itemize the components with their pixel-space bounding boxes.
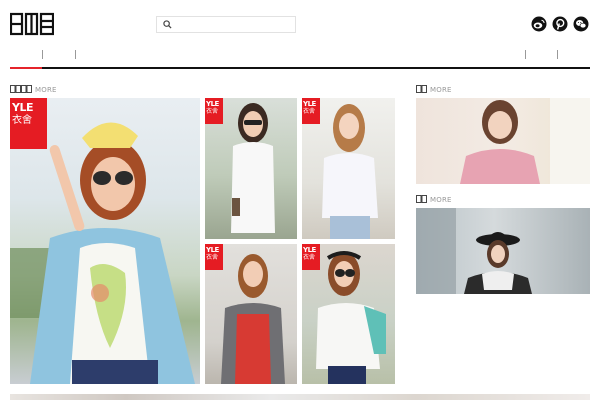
more-link-side-top[interactable]: MORE bbox=[430, 86, 452, 94]
more-link-side-bottom[interactable]: MORE bbox=[430, 196, 452, 204]
nav-divider bbox=[525, 50, 526, 59]
product-tile[interactable]: YLE 衣舍 bbox=[302, 98, 395, 239]
search-icon[interactable] bbox=[163, 20, 172, 29]
more-link-main[interactable]: MORE bbox=[35, 86, 57, 94]
side-product-tile[interactable] bbox=[416, 208, 590, 294]
model-photo bbox=[416, 208, 532, 294]
nav-divider bbox=[75, 50, 76, 59]
section-title-glyphs bbox=[416, 195, 427, 203]
next-row-preview bbox=[10, 394, 590, 400]
section-title-side-top: MORE bbox=[416, 85, 452, 95]
site-logo[interactable] bbox=[9, 11, 55, 43]
side-product-tile[interactable] bbox=[416, 98, 590, 184]
search-box[interactable] bbox=[156, 16, 296, 33]
brand-badge: YLE 衣舍 bbox=[205, 98, 223, 124]
brand-badge: YLE 衣舍 bbox=[302, 244, 320, 270]
brand-badge: YLE 衣舍 bbox=[302, 98, 320, 124]
product-tile-large[interactable]: YLE 衣舍 bbox=[10, 98, 200, 384]
nav-active-indicator bbox=[10, 67, 42, 69]
nav-underline bbox=[10, 67, 590, 69]
nav-item-3[interactable] bbox=[78, 48, 106, 60]
nav-item-2[interactable] bbox=[45, 48, 73, 60]
search-input[interactable] bbox=[175, 18, 293, 31]
product-tile[interactable]: YLE 衣舍 bbox=[302, 244, 395, 384]
brand-badge: YLE 衣舍 bbox=[10, 98, 47, 149]
section-title-glyphs bbox=[10, 85, 32, 93]
nav-divider bbox=[557, 50, 558, 59]
pinterest-icon[interactable] bbox=[552, 16, 568, 32]
product-tile[interactable]: YLE 衣舍 bbox=[205, 98, 297, 239]
model-photo bbox=[460, 98, 590, 184]
section-title-main: MORE bbox=[10, 85, 57, 95]
section-title-side-bottom: MORE bbox=[416, 195, 452, 205]
brand-badge: YLE 衣舍 bbox=[205, 244, 223, 270]
wechat-icon[interactable] bbox=[573, 16, 589, 32]
logo-glyphs bbox=[9, 12, 55, 36]
weibo-icon[interactable] bbox=[531, 16, 547, 32]
product-tile[interactable]: YLE 衣舍 bbox=[205, 244, 297, 384]
nav-item-1[interactable] bbox=[10, 48, 40, 60]
nav-item-right-1[interactable] bbox=[528, 48, 555, 60]
nav-item-right-2[interactable] bbox=[560, 48, 588, 60]
nav-divider bbox=[42, 50, 43, 59]
section-title-glyphs bbox=[416, 85, 427, 93]
